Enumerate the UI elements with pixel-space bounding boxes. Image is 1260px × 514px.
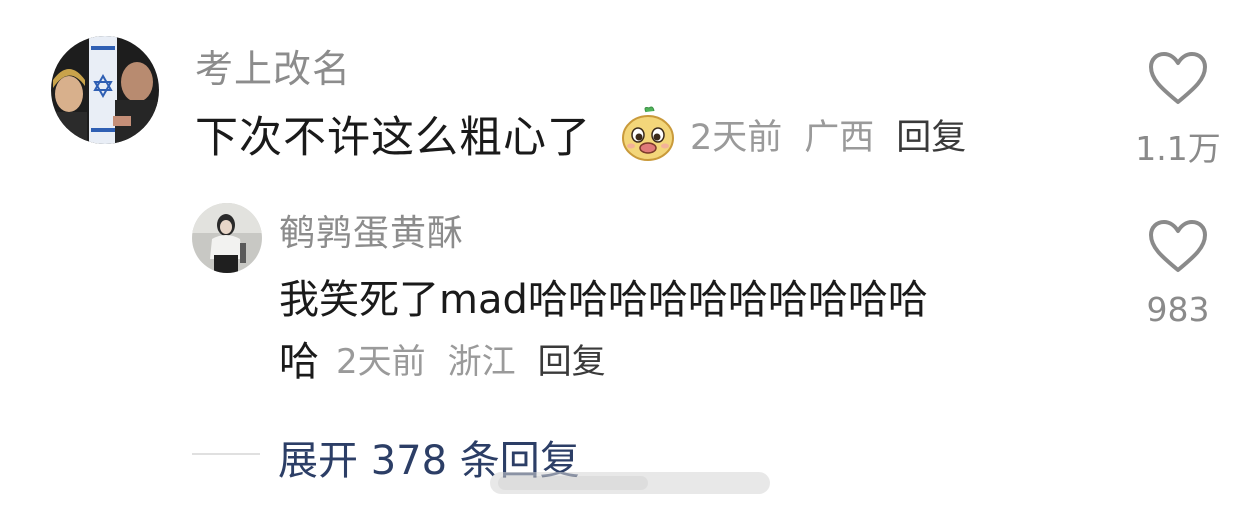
- comment-meta: 2天前 广西 回复: [690, 114, 966, 162]
- username[interactable]: 考上改名: [195, 38, 351, 93]
- watermark: [490, 472, 770, 494]
- reply-button[interactable]: 回复: [896, 118, 966, 158]
- yellow-face-emoji-icon: [622, 106, 674, 161]
- comment-region: 广西: [804, 118, 875, 158]
- avatar-image: [51, 36, 159, 144]
- reply-button[interactable]: 回复: [538, 342, 606, 382]
- comment-time: 2天前: [690, 118, 783, 158]
- like-count: 983: [1146, 290, 1210, 329]
- comment-text: 下次不许这么粗心了: [195, 113, 591, 163]
- username[interactable]: 鹌鹑蛋黄酥: [279, 204, 464, 256]
- comment-meta: 2天前 浙江 回复: [336, 338, 606, 386]
- heart-icon: [1149, 220, 1207, 272]
- heart-icon: [1149, 52, 1207, 104]
- like-count: 1.1万: [1135, 129, 1221, 168]
- comment-thread: 考上改名 下次不许这么粗心了 2天前 广西 回复 1.1万 鹌鹑蛋黄酥 我笑死了…: [0, 0, 1260, 514]
- avatar-image: [192, 203, 262, 273]
- avatar[interactable]: [192, 203, 262, 273]
- avatar[interactable]: [51, 36, 159, 144]
- comment-text-continued: 哈: [279, 339, 319, 385]
- like-button[interactable]: 983: [1128, 218, 1228, 329]
- comment-time: 2天前: [336, 342, 426, 382]
- divider: [192, 453, 260, 455]
- like-button[interactable]: 1.1万: [1128, 50, 1228, 170]
- comment-text: 我笑死了mad哈哈哈哈哈哈哈哈哈哈: [279, 277, 928, 323]
- comment-region: 浙江: [447, 342, 516, 382]
